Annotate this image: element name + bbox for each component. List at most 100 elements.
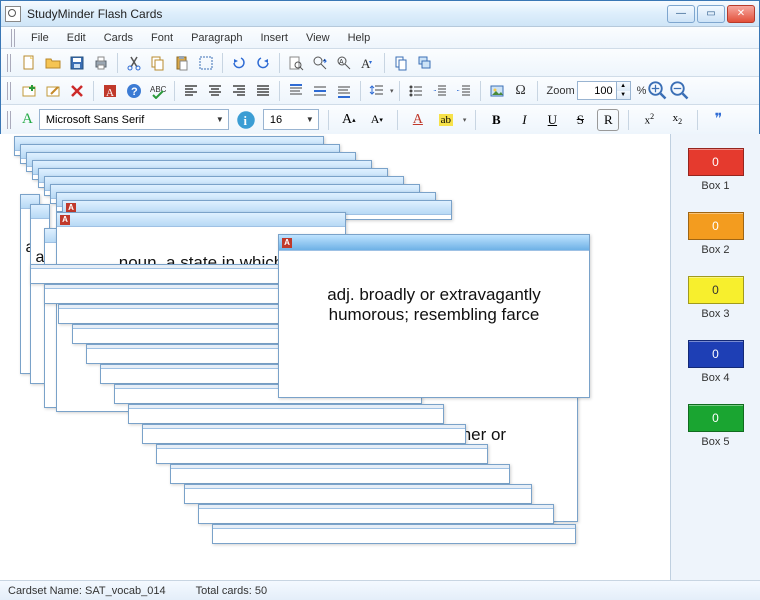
zoom-out-button[interactable] — [670, 81, 690, 101]
card-edge[interactable] — [156, 444, 488, 464]
line-spacing-button[interactable] — [366, 80, 388, 102]
find-replace-button[interactable]: A — [333, 52, 355, 74]
app-icon — [5, 6, 21, 22]
close-button[interactable]: ✕ — [727, 5, 755, 23]
svg-text:A: A — [106, 87, 114, 99]
quotation-button[interactable]: ❞ — [707, 109, 729, 131]
border-button[interactable]: R — [597, 109, 619, 131]
svg-text:ABC: ABC — [150, 85, 166, 94]
font-color-button[interactable]: A — [407, 109, 429, 131]
toolbar-1: A A▾ — [1, 49, 759, 77]
card-edge[interactable] — [44, 284, 312, 304]
font-toolbar: A Microsoft Sans Serif▼ i 16▼ A▴ A▾ A ab… — [1, 105, 759, 135]
toolbar-grip[interactable] — [7, 82, 12, 100]
bold-button[interactable]: B — [485, 109, 507, 131]
outdent-button[interactable] — [429, 80, 451, 102]
menu-view[interactable]: View — [299, 30, 337, 46]
menu-help[interactable]: Help — [341, 30, 378, 46]
menu-cards[interactable]: Cards — [97, 30, 140, 46]
delete-card-button[interactable] — [66, 80, 88, 102]
toolbar-grip[interactable] — [7, 54, 12, 72]
align-top-button[interactable] — [285, 80, 307, 102]
print-button[interactable] — [90, 52, 112, 74]
font-dialog-button[interactable]: A▾ — [357, 52, 379, 74]
insert-image-button[interactable] — [486, 80, 508, 102]
align-middle-button[interactable] — [309, 80, 331, 102]
flash-card-active[interactable]: A adj. broadly or extravagantly humorous… — [278, 234, 590, 398]
status-total-cards: 50 — [255, 585, 267, 597]
svg-text:i: i — [243, 114, 247, 128]
menu-insert[interactable]: Insert — [253, 30, 295, 46]
open-button[interactable] — [42, 52, 64, 74]
new-button[interactable] — [18, 52, 40, 74]
align-left-button[interactable] — [180, 80, 202, 102]
copy-format-button[interactable] — [390, 52, 412, 74]
zoom-stepper[interactable]: ▲▼ — [617, 81, 631, 100]
minimize-button[interactable]: — — [667, 5, 695, 23]
card-edge[interactable] — [198, 504, 554, 524]
help-button[interactable]: ? — [123, 80, 145, 102]
card-style-button[interactable]: A — [99, 80, 121, 102]
leitner-box-1[interactable]: 0 Box 1 — [688, 148, 744, 192]
svg-text:▾: ▾ — [369, 60, 372, 66]
italic-button[interactable]: I — [513, 109, 535, 131]
cut-button[interactable] — [123, 52, 145, 74]
menu-bar: File Edit Cards Font Paragraph Insert Vi… — [1, 27, 759, 49]
toolbar-grip[interactable] — [11, 29, 16, 47]
toolbar-grip[interactable] — [7, 111, 12, 129]
align-right-button[interactable] — [228, 80, 250, 102]
menu-paragraph[interactable]: Paragraph — [184, 30, 249, 46]
maximize-button[interactable]: ▭ — [697, 5, 725, 23]
card-edge[interactable] — [170, 464, 510, 484]
save-button[interactable] — [66, 52, 88, 74]
font-info-button[interactable]: i — [235, 109, 257, 131]
underline-button[interactable]: U — [541, 109, 563, 131]
align-center-button[interactable] — [204, 80, 226, 102]
title-bar: StudyMinder Flash Cards — ▭ ✕ — [1, 1, 759, 27]
card-text: adj. broadly or extravagantly humorous; … — [279, 251, 589, 359]
card-edge[interactable] — [142, 424, 466, 444]
leitner-box-4[interactable]: 0 Box 4 — [688, 340, 744, 384]
menu-file[interactable]: File — [24, 30, 56, 46]
select-all-button[interactable] — [195, 52, 217, 74]
font-size-combo[interactable]: 16▼ — [263, 109, 319, 130]
increase-font-button[interactable]: A▴ — [338, 109, 360, 131]
card-stage: A a a n A noun. a state in which is lost… — [0, 134, 670, 580]
boxes-panel: 0 Box 1 0 Box 2 0 Box 3 0 Box 4 0 Box 5 — [670, 134, 760, 580]
svg-text:A: A — [339, 59, 344, 66]
zoom-in-button[interactable] — [648, 81, 668, 101]
leitner-box-3[interactable]: 0 Box 3 — [688, 276, 744, 320]
align-bottom-button[interactable] — [333, 80, 355, 102]
align-justify-button[interactable] — [252, 80, 274, 102]
find-button[interactable] — [285, 52, 307, 74]
zoom-input[interactable]: 100 — [577, 81, 617, 100]
window-title: StudyMinder Flash Cards — [27, 7, 162, 21]
new-card-button[interactable] — [18, 80, 40, 102]
bullets-button[interactable] — [405, 80, 427, 102]
zoom-unit: % — [637, 85, 647, 97]
insert-symbol-button[interactable]: Ω — [510, 80, 532, 102]
leitner-box-2[interactable]: 0 Box 2 — [688, 212, 744, 256]
indent-button[interactable] — [453, 80, 475, 102]
copy-button[interactable] — [147, 52, 169, 74]
edit-card-button[interactable] — [42, 80, 64, 102]
spellcheck-button[interactable]: ABC — [147, 80, 169, 102]
menu-font[interactable]: Font — [144, 30, 180, 46]
card-edge[interactable] — [30, 264, 290, 284]
highlight-button[interactable]: ab — [435, 109, 457, 131]
find-next-button[interactable] — [309, 52, 331, 74]
card-edge[interactable] — [184, 484, 532, 504]
card-edge[interactable] — [212, 524, 576, 544]
superscript-button[interactable]: x2 — [638, 109, 660, 131]
subscript-button[interactable]: x2 — [666, 109, 688, 131]
paste-button[interactable] — [171, 52, 193, 74]
menu-edit[interactable]: Edit — [60, 30, 93, 46]
redo-button[interactable] — [252, 52, 274, 74]
font-family-combo[interactable]: Microsoft Sans Serif▼ — [39, 109, 229, 130]
card-edge[interactable] — [128, 404, 444, 424]
decrease-font-button[interactable]: A▾ — [366, 109, 388, 131]
undo-button[interactable] — [228, 52, 250, 74]
leitner-box-5[interactable]: 0 Box 5 — [688, 404, 744, 448]
cascade-windows-button[interactable] — [414, 52, 436, 74]
strikethrough-button[interactable]: S — [569, 109, 591, 131]
